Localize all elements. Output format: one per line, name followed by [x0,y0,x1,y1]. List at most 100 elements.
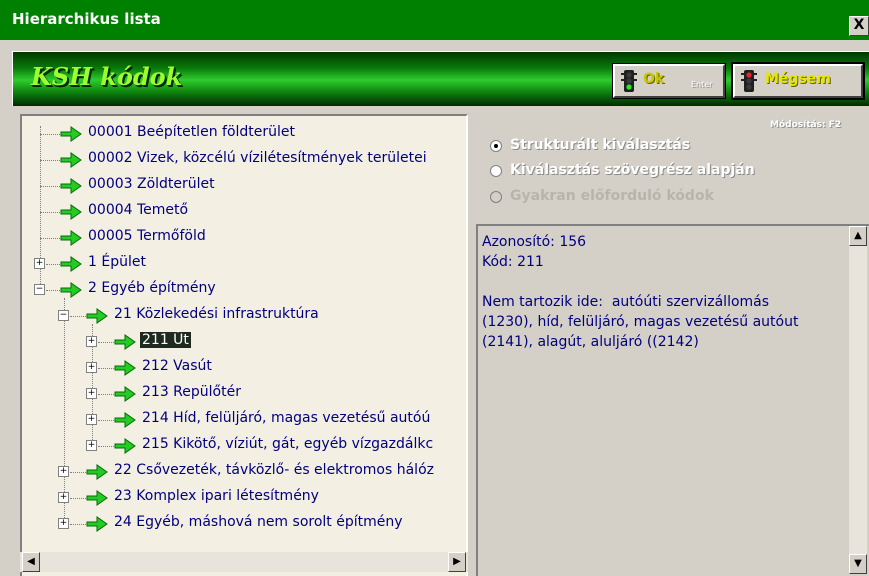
green-arrow-icon [114,386,136,402]
banner: KSH kódok Ok Enter Mégsem [12,51,869,106]
radio-checked-icon [490,140,502,152]
tree-node[interactable]: 00002 Vizek, közcélú vízilétesítmények t… [22,148,466,172]
scroll-down-icon[interactable]: ▼ [849,554,867,574]
green-arrow-icon [114,334,136,350]
radio-label: Strukturált kiválasztás [510,137,691,153]
green-arrow-icon [60,152,82,168]
tree-node-label[interactable]: 212 Vasút [140,358,214,374]
radio-unchecked-icon [490,191,502,203]
tree-node-label[interactable]: 00002 Vizek, közcélú vízilétesítmények t… [86,150,429,166]
scroll-left-icon[interactable]: ◀ [22,552,40,572]
expand-plus-icon[interactable]: + [58,518,69,529]
tree-node[interactable]: + 22 Csővezeték, távközlő- és elektromos… [22,460,466,484]
green-arrow-icon [60,204,82,220]
tree-node[interactable]: − 21 Közlekedési infrastruktúra [22,304,466,328]
tree-connector [70,524,86,525]
tree-node-label[interactable]: 214 Híd, felüljáró, magas vezetésű autóú [140,410,432,426]
expand-plus-icon[interactable]: + [86,440,97,451]
expand-plus-icon[interactable]: + [86,336,97,347]
vertical-scrollbar[interactable]: ▲ ▼ [849,226,867,574]
tree-node-label[interactable]: 23 Komplex ipari létesítmény [112,488,321,504]
tree-node-selected[interactable]: + 211 Út [22,330,466,354]
expand-plus-icon[interactable]: + [58,492,69,503]
tree-node[interactable]: 00005 Termőföld [22,226,466,250]
expand-plus-icon[interactable]: + [86,388,97,399]
info-panel[interactable]: Azonosító: 156 Kód: 211 Nem tartozik ide… [476,224,869,576]
tree-connector [98,342,114,343]
tree-node[interactable]: + 23 Komplex ipari létesítmény [22,486,466,510]
tree-node[interactable]: + 214 Híd, felüljáró, magas vezetésű aut… [22,408,466,432]
green-arrow-icon [86,464,108,480]
tree-connector [70,316,86,317]
modify-shortcut-hint: Módosítás: F2 [770,120,842,130]
scroll-up-icon[interactable]: ▲ [849,226,867,246]
tree-node-label[interactable]: 00003 Zöldterület [86,176,217,192]
tree-connector [70,472,86,473]
ok-button[interactable]: Ok Enter [612,63,726,99]
tree-node-label[interactable]: 211 Út [139,331,192,349]
tree-connector [40,186,60,187]
horizontal-scrollbar[interactable]: ◀ ▶ [20,552,468,572]
green-arrow-icon [60,282,82,298]
tree-connector [98,446,114,447]
info-text: Azonosító: 156 Kód: 211 Nem tartozik ide… [482,234,799,350]
green-arrow-icon [60,230,82,246]
tree-connector [70,498,86,499]
tree-node-label[interactable]: 00001 Beépítetlen földterület [86,124,297,140]
tree-node-label[interactable]: 00005 Termőföld [86,228,208,244]
green-arrow-icon [114,438,136,454]
tree-node[interactable]: + 212 Vasút [22,356,466,380]
tree-node-label[interactable]: 215 Kikötő, víziút, gát, egyéb vízgazdál… [140,436,435,452]
green-arrow-icon [60,178,82,194]
expand-plus-icon[interactable]: + [34,258,45,269]
tree-node[interactable]: + 1 Épület [22,252,466,276]
tree-node[interactable]: 00001 Beépítetlen földterület [22,122,466,146]
close-button[interactable]: X [849,16,869,36]
tree-connector [40,212,60,213]
tree-node[interactable]: + 213 Repülőtér [22,382,466,406]
scroll-right-icon[interactable]: ▶ [448,552,466,572]
tree-connector [40,134,60,135]
ok-label: Ok [643,71,665,87]
expand-plus-icon[interactable]: + [86,414,97,425]
tree-connector [98,368,114,369]
green-arrow-icon [60,256,82,272]
cancel-label: Mégsem [765,71,831,87]
tree-node[interactable]: − 2 Egyéb építmény [22,278,466,302]
tree-node-label[interactable]: 24 Egyéb, máshová nem sorolt építmény [112,514,405,530]
traffic-light-icon [621,70,637,92]
expand-plus-icon[interactable]: + [86,362,97,373]
radio-unchecked-icon [490,165,502,177]
tree-node-label[interactable]: 2 Egyéb építmény [86,280,218,296]
collapse-minus-icon[interactable]: − [34,284,45,295]
tree-connector [40,160,60,161]
tree-node-label[interactable]: 00004 Temető [86,202,190,218]
tree-node-label[interactable]: 21 Közlekedési infrastruktúra [112,306,321,322]
window-title: Hierarchikus lista [12,10,161,28]
tree-node[interactable]: 00004 Temető [22,200,466,224]
tree-connector [98,420,114,421]
collapse-minus-icon[interactable]: − [58,310,69,321]
radio-label: Kiválasztás szövegrész alapján [510,162,755,178]
tree-node-label[interactable]: 22 Csővezeték, távközlő- és elektromos h… [112,462,436,478]
green-arrow-icon [86,516,108,532]
tree-node[interactable]: 00003 Zöldterület [22,174,466,198]
traffic-light-icon [741,70,757,92]
tree-node[interactable]: + 24 Egyéb, máshová nem sorolt építmény [22,512,466,536]
green-arrow-icon [114,360,136,376]
cancel-button[interactable]: Mégsem [731,62,865,100]
green-arrow-icon [86,308,108,324]
hierarchical-list-window: Hierarchikus lista X KSH kódok Ok Enter [0,0,869,576]
green-arrow-icon [114,412,136,428]
expand-plus-icon[interactable]: + [58,466,69,477]
tree-view[interactable]: 00001 Beépítetlen földterület 00002 Vize… [20,114,468,576]
ok-shortcut-hint: Enter [691,80,713,89]
green-arrow-icon [86,490,108,506]
tree-connector [46,264,60,265]
radio-label: Gyakran előforduló kódok [510,188,714,204]
tree-node[interactable]: + 215 Kikötő, víziút, gát, egyéb vízgazd… [22,434,466,458]
tree-node-label[interactable]: 1 Épület [86,254,148,270]
tree-node-label[interactable]: 213 Repülőtér [140,384,243,400]
tree-connector [46,290,60,291]
green-arrow-icon [60,126,82,142]
